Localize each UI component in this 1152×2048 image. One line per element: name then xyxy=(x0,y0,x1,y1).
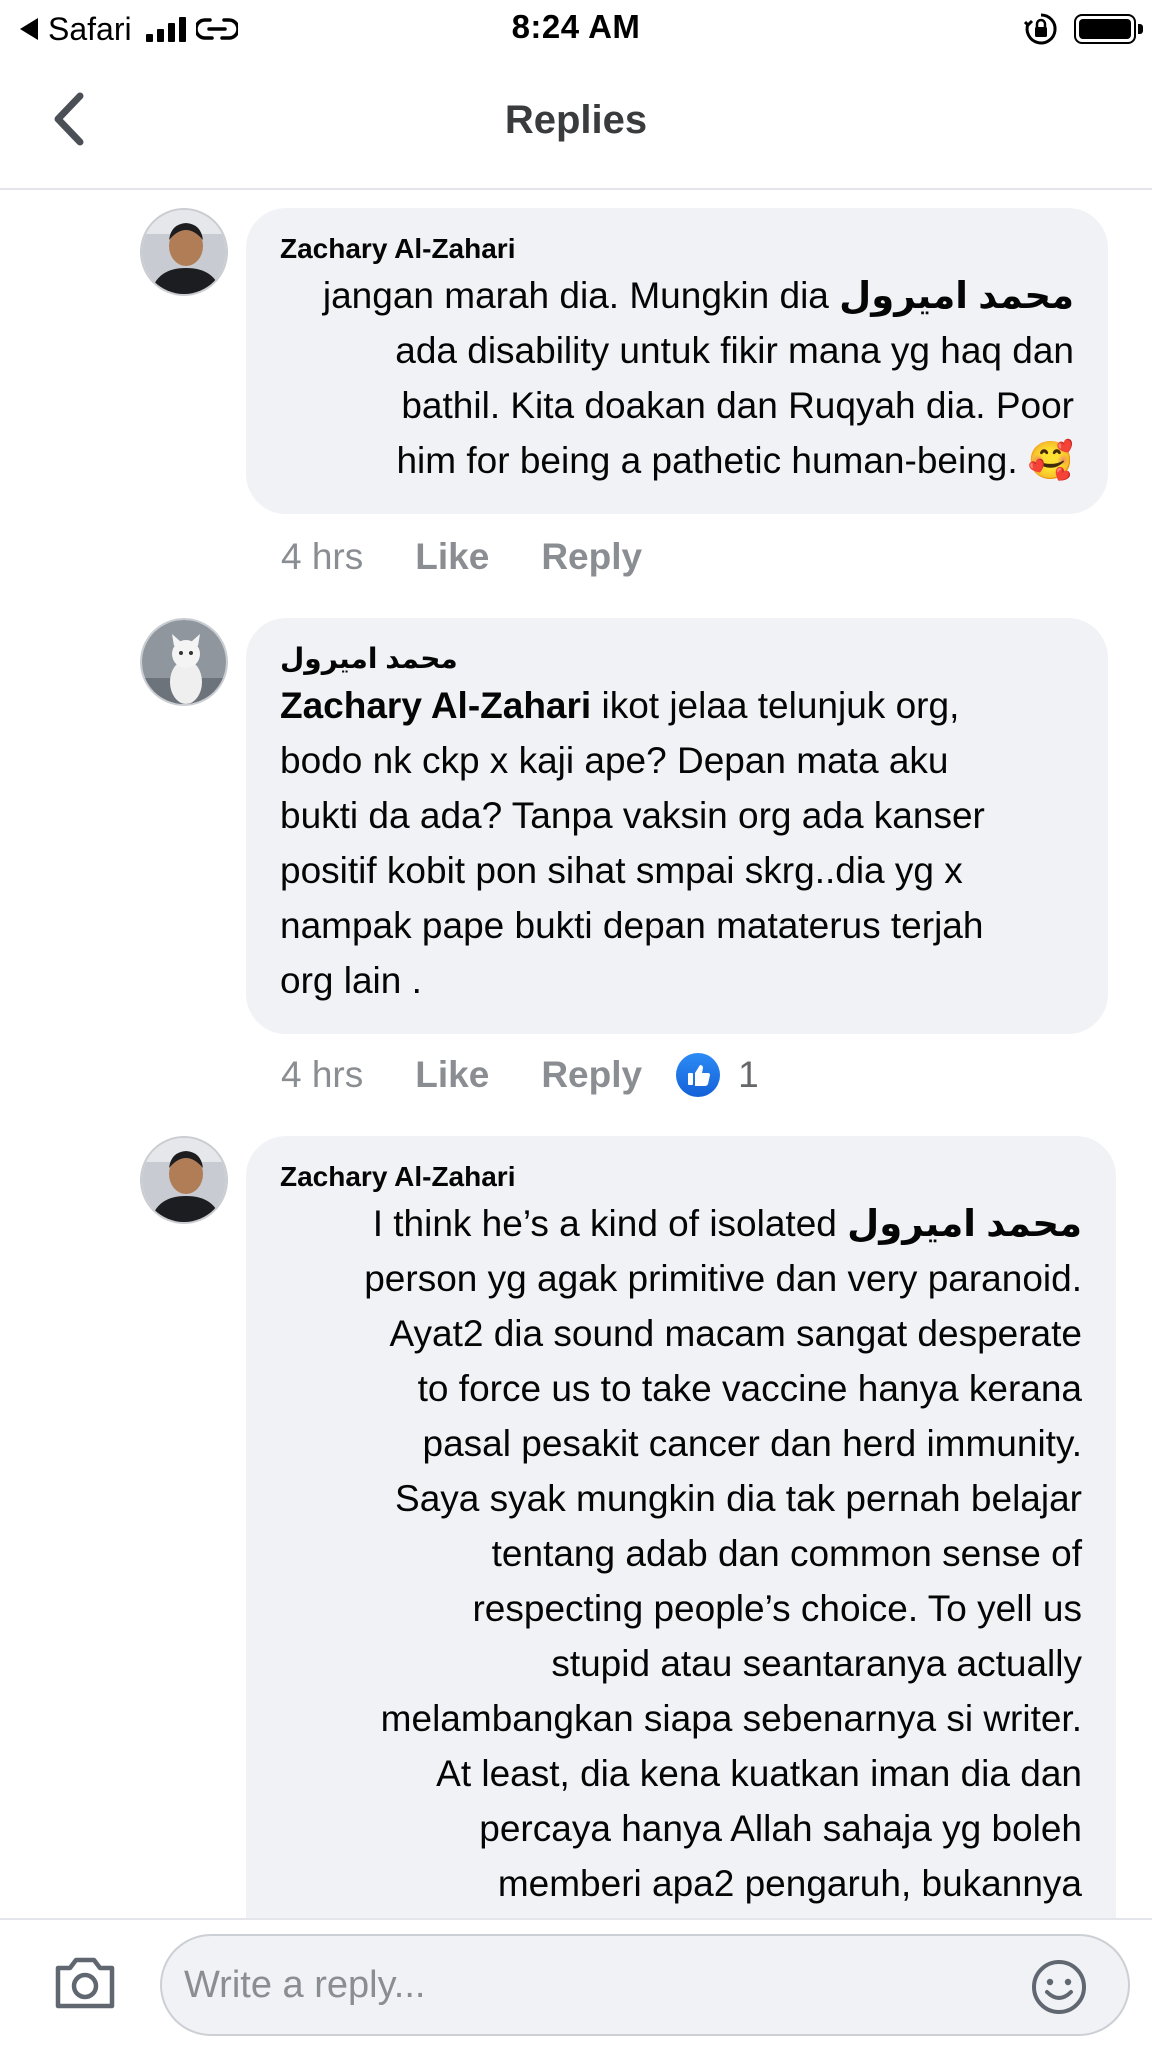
comment-line: I think he’s a kind of isolated xyxy=(372,1203,848,1244)
avatar[interactable] xyxy=(140,208,228,296)
comment-text: jangan marah dia. Mungkin dia محمد اميرو… xyxy=(280,268,1074,488)
comment-line: bodo nk ckp x kaji ape? Depan mata aku xyxy=(280,740,949,781)
avatar[interactable] xyxy=(140,1136,228,1224)
reaction-summary[interactable]: 1 xyxy=(676,1053,759,1097)
reaction-count: 1 xyxy=(738,1054,759,1095)
comment-line: memberi apa2 pengaruh, bukannya xyxy=(497,1863,1082,1904)
comment-line: person yg agak primitive dan very parano… xyxy=(364,1258,1082,1299)
comment-line: ikot jelaa telunjuk org, xyxy=(591,685,960,726)
comment-line: to force us to take vaccine hanya kerana xyxy=(417,1368,1082,1409)
comment-line: melambangkan siapa sebenarnya si writer. xyxy=(380,1698,1082,1739)
mention-link[interactable]: محمد اميرول xyxy=(839,275,1074,316)
thumbs-up-icon xyxy=(676,1053,721,1097)
comment-bubble[interactable]: Zachary Al-Zahari I think he’s a kind of… xyxy=(246,1136,1116,1956)
comment-bubble[interactable]: محمد اميرول Zachary Al-Zahari ikot jelaa… xyxy=(246,618,1108,1034)
reply-input[interactable] xyxy=(160,1934,1130,2036)
profile-photo xyxy=(142,1138,226,1222)
profile-photo xyxy=(142,210,226,294)
mention-link[interactable]: Zachary Al-Zahari xyxy=(280,685,591,726)
reply-button[interactable]: Reply xyxy=(541,1054,642,1096)
reply-composer xyxy=(0,1918,1152,2048)
comment-timestamp[interactable]: 4 hrs xyxy=(281,536,363,578)
orientation-lock-icon xyxy=(1024,13,1057,45)
like-button[interactable]: Like xyxy=(415,1054,489,1096)
reply-button[interactable]: Reply xyxy=(541,536,642,578)
battery-icon xyxy=(1074,14,1143,44)
comment-line: org lain . xyxy=(280,960,422,1001)
comment-timestamp[interactable]: 4 hrs xyxy=(281,1054,363,1096)
comment-line: jangan marah dia. Mungkin dia xyxy=(322,275,840,316)
smiling-hearts-emoji: 🥰 xyxy=(1027,440,1074,481)
comment-line: pasal pesakit cancer dan herd immunity. xyxy=(422,1423,1082,1464)
status-bar: Safari 8:24 AM xyxy=(0,0,1152,58)
comment-text: I think he’s a kind of isolated محمد امي… xyxy=(280,1196,1082,1911)
comment-line: bathil. Kita doakan dan Ruqyah dia. Poor xyxy=(401,385,1074,426)
camera-icon xyxy=(55,1957,115,2009)
camera-button[interactable] xyxy=(52,1952,118,2014)
comment-bubble[interactable]: Zachary Al-Zahari jangan marah dia. Mung… xyxy=(246,208,1108,514)
comment-line: At least, dia kena kuatkan iman dia dan xyxy=(436,1753,1082,1794)
comment-actions: 4 hrs Like Reply 1 xyxy=(281,1047,759,1103)
comment-line: positif kobit pon sihat smpai skrg..dia … xyxy=(280,850,963,891)
comment-line: nampak pape bukti depan mataterus terjah xyxy=(280,905,984,946)
page-title: Replies xyxy=(504,98,648,142)
mention-link[interactable]: محمد اميرول xyxy=(847,1203,1082,1244)
comment-line: bukti da ada? Tanpa vaksin org ada kanse… xyxy=(280,795,985,836)
clock: 8:24 AM xyxy=(511,8,641,45)
profile-photo xyxy=(142,620,226,704)
comment-line: percaya hanya Allah sahaja yg boleh xyxy=(479,1808,1082,1849)
comment-author[interactable]: Zachary Al-Zahari xyxy=(280,230,1074,268)
comment-line: stupid atau seantaranya actually xyxy=(551,1643,1082,1684)
comment-line: Saya syak mungkin dia tak pernah belajar xyxy=(395,1478,1082,1519)
comment-text: Zachary Al-Zahari ikot jelaa telunjuk or… xyxy=(280,678,1074,1008)
comment-line: Ayat2 dia sound macam sangat desperate xyxy=(389,1313,1083,1354)
nav-header: Replies xyxy=(0,58,1152,190)
like-button[interactable]: Like xyxy=(415,536,489,578)
status-right xyxy=(1024,10,1143,48)
emoji-button[interactable] xyxy=(1030,1958,1088,2016)
comment-line: ada disability untuk fikir mana yg haq d… xyxy=(395,330,1074,371)
comment-line: respecting people’s choice. To yell us xyxy=(472,1588,1082,1629)
comment-line: him for being a pathetic human-being. xyxy=(396,440,1028,481)
comment-actions: 4 hrs Like Reply xyxy=(281,529,642,585)
comment-line: tentang adab dan common sense of xyxy=(491,1533,1082,1574)
comment-author[interactable]: Zachary Al-Zahari xyxy=(280,1158,1082,1196)
comment-author[interactable]: محمد اميرول xyxy=(280,640,1074,678)
smiley-icon xyxy=(1032,1960,1086,2014)
avatar[interactable] xyxy=(140,618,228,706)
